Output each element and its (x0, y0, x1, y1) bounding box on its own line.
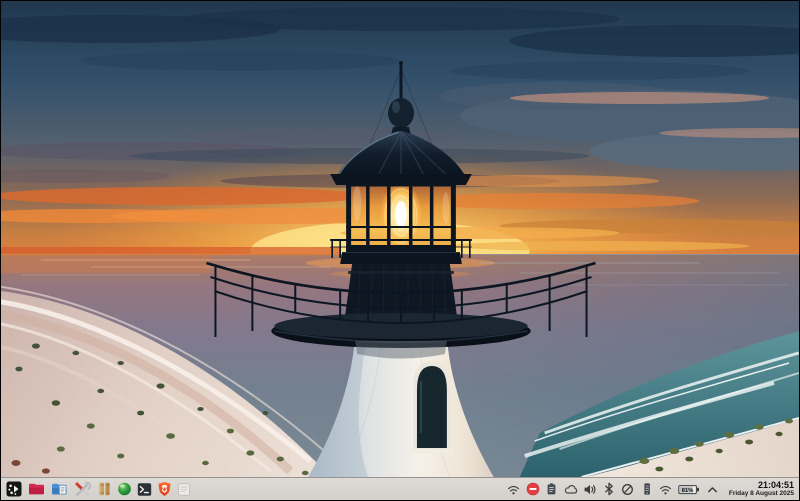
file-manager-button[interactable] (50, 479, 69, 499)
mobile-device-button[interactable] (639, 479, 655, 499)
bluetooth-button[interactable] (601, 479, 617, 499)
network-wifi-icon (660, 485, 672, 494)
brave-browser-button[interactable] (156, 479, 172, 499)
clipboard-icon (547, 483, 556, 495)
books-icon (98, 482, 110, 496)
books-button[interactable] (96, 479, 112, 499)
terminal-button[interactable] (136, 479, 152, 499)
app-menu-icon (6, 481, 21, 497)
app-menu-button[interactable] (4, 479, 23, 499)
system-tools-icon (75, 481, 91, 496)
mobile-device-icon (644, 483, 650, 495)
battery-icon: 81% (678, 484, 700, 494)
bluetooth-icon (604, 482, 613, 496)
green-globe-icon (117, 482, 131, 496)
desktop-wallpaper (1, 1, 799, 477)
cloud-icon (564, 484, 578, 494)
system-tray: 81% 21:04:51 Friday 8 August 2025 (506, 479, 796, 499)
night-light-icon (622, 483, 634, 495)
clock[interactable]: 21:04:51 Friday 8 August 2025 (724, 479, 796, 498)
battery-button[interactable]: 81% (677, 479, 702, 499)
finial-ball (388, 98, 414, 128)
wifi-tray-button[interactable] (506, 479, 522, 499)
wifi-icon (508, 485, 520, 494)
expand-tray-button[interactable] (705, 479, 721, 499)
notes-button[interactable] (176, 479, 192, 499)
volume-button[interactable] (582, 479, 598, 499)
network-button[interactable] (658, 479, 674, 499)
taskbar: 81% 21:04:51 Friday 8 August 2025 (1, 477, 799, 500)
night-light-button[interactable] (620, 479, 636, 499)
clipboard-button[interactable] (544, 479, 560, 499)
file-manager-icon (52, 483, 67, 495)
terminal-icon (137, 482, 151, 496)
red-folder-icon (29, 483, 44, 495)
taskbar-launchers (4, 479, 192, 499)
do-not-disturb-icon (526, 482, 540, 496)
notes-icon (178, 482, 190, 496)
do-not-disturb-button[interactable] (525, 479, 541, 499)
red-folder-button[interactable] (27, 479, 46, 499)
green-globe-button[interactable] (116, 479, 132, 499)
battery-percent-text: 81% (682, 488, 694, 494)
system-tools-button[interactable] (73, 479, 92, 499)
clock-time: 21:04:51 (757, 479, 794, 490)
clock-date: Friday 8 August 2025 (728, 490, 794, 498)
volume-icon (584, 484, 596, 494)
wallpaper-scene (1, 1, 799, 477)
screen: 81% 21:04:51 Friday 8 August 2025 (0, 0, 800, 501)
tower-window (410, 361, 453, 453)
cloud-button[interactable] (563, 479, 579, 499)
brave-shield-icon (157, 482, 171, 496)
chevron-up-icon (708, 486, 718, 492)
